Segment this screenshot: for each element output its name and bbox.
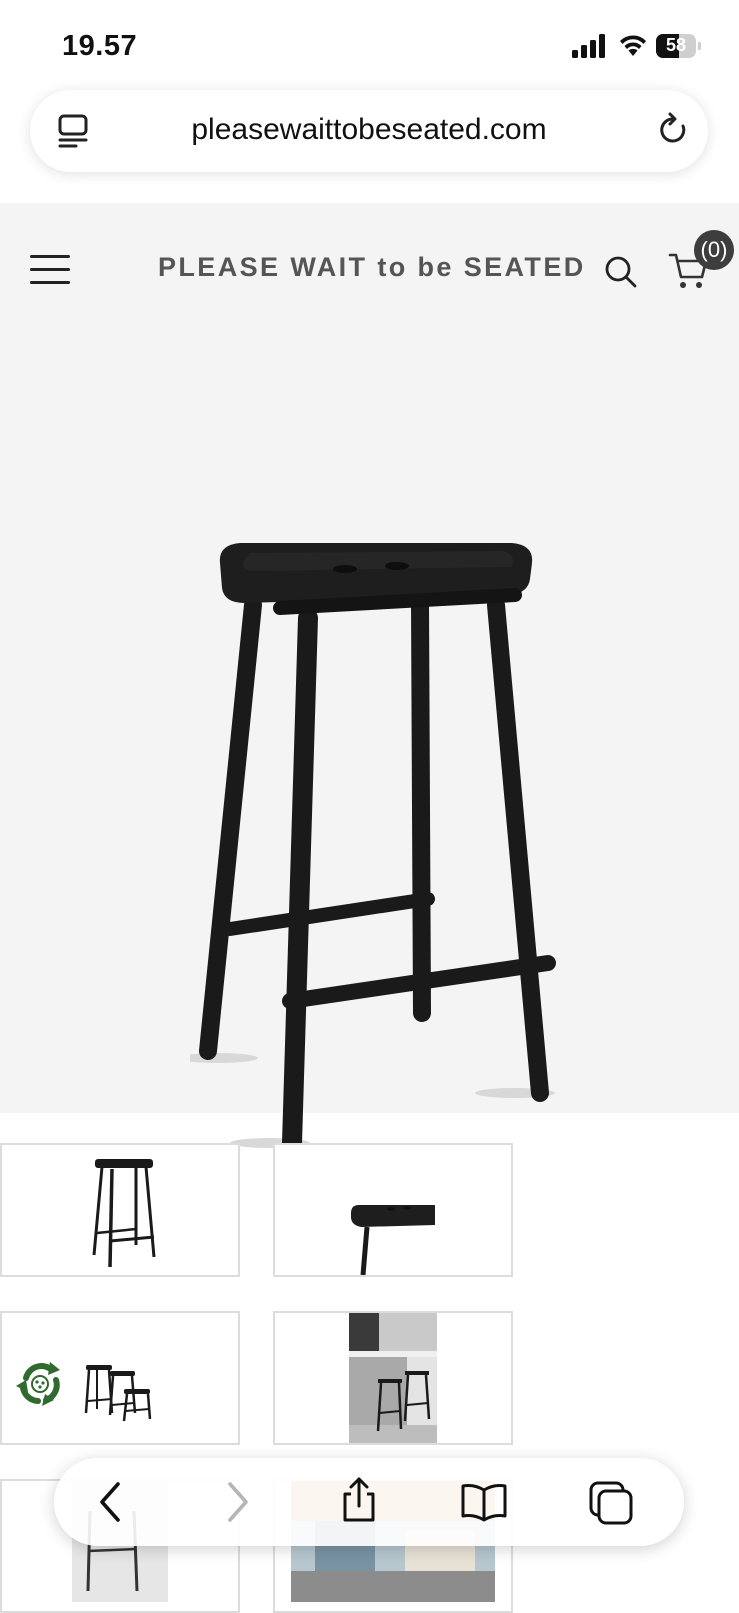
address-bar[interactable]: pleasewaittobeseated.com [30,90,708,172]
recycle-icon [16,1362,62,1406]
back-arrow-icon[interactable] [96,1480,126,1524]
wifi-icon [620,35,646,56]
share-icon[interactable] [339,1476,379,1524]
product-thumbnail[interactable] [0,1143,240,1277]
product-main-image[interactable] [190,533,570,1193]
product-thumbnail[interactable] [273,1143,513,1277]
battery-level: 58 [665,35,687,55]
status-bar: 19.57 58 [0,0,739,90]
browser-toolbar [54,1458,684,1546]
seat-detail-thumbnail-image [351,1205,435,1275]
menu-icon[interactable] [30,255,72,285]
reader-icon[interactable] [58,114,88,148]
product-thumbnail[interactable] [273,1311,513,1445]
product-gallery-area: PLEASE WAIT to be SEATED [0,203,739,1153]
battery-indicator: 58 [656,34,702,58]
reload-icon[interactable] [656,112,690,148]
tabs-icon[interactable] [588,1480,634,1526]
bookmarks-icon[interactable] [460,1482,508,1522]
cellular-signal-icon [572,34,605,58]
search-icon[interactable] [604,255,638,289]
cart-count-badge[interactable]: (0) [694,230,734,270]
status-time: 19.57 [62,30,138,62]
forward-arrow-icon[interactable] [222,1480,252,1524]
url-text[interactable]: pleasewaittobeseated.com [110,113,628,147]
stool-thumbnail-image [92,1159,156,1268]
site-brand-logo[interactable]: PLEASE WAIT to be SEATED [158,252,586,283]
kitchen-scene-thumbnail-image [349,1313,437,1443]
